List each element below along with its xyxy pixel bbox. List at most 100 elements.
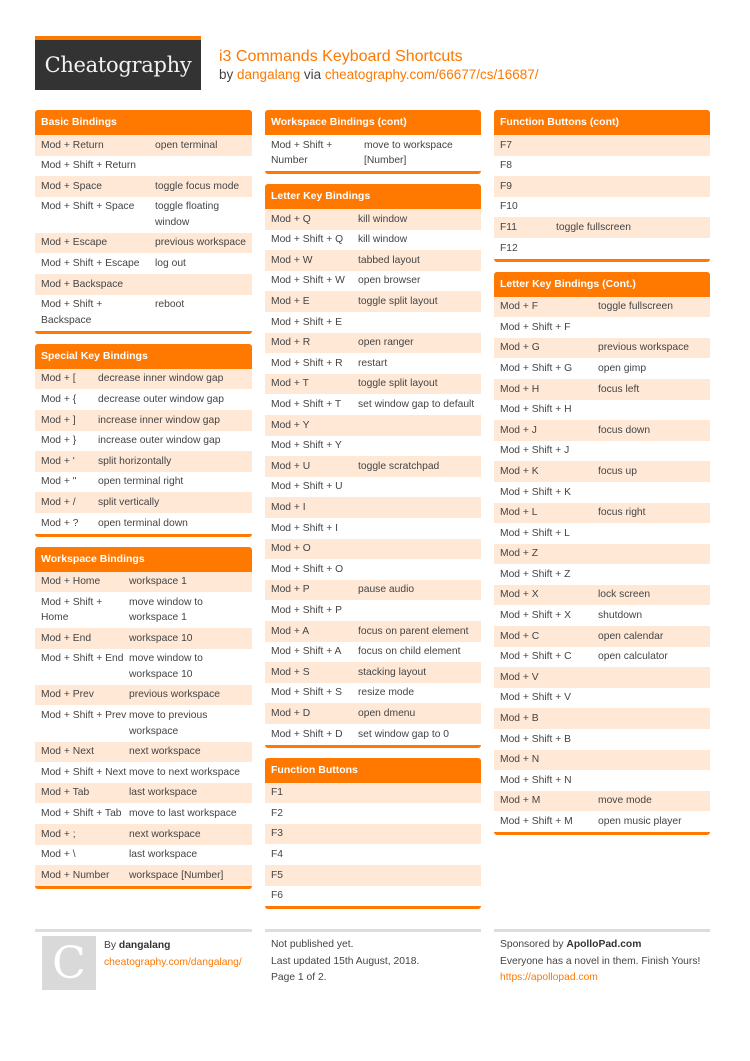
footer-divider [35,929,252,932]
shortcut-row: Mod + Shift + B [494,729,710,750]
section-letter-key-bindings-cont: Letter Key Bindings (Cont.) Mod + F toggl… [494,271,710,835]
shortcut-row: Mod + F toggle fullscreen [494,296,710,318]
title-block: i3 Commands Keyboard Shortcuts by dangal… [219,47,539,84]
shortcut-action: open music player [598,816,682,827]
shortcut-action [358,888,481,904]
shortcut-action: kill window [358,234,408,246]
by-label: by [219,67,234,82]
shortcut-key: Mod + Shift + Number [271,139,333,167]
author-profile-link[interactable]: cheatography.com/dangalang/ [104,954,242,971]
publish-status: Not published yet. [271,939,354,950]
shortcut-action [358,438,481,454]
shortcut-key: Mod + Shift + Backspace [41,299,103,326]
shortcut-key: Mod + Shift + End [41,653,124,665]
shortcut-key: Mod + Shift + Escape [41,258,140,270]
sheet-url-link[interactable]: cheatography.com/66677/cs/16687/ [325,67,539,82]
shortcut-action [598,773,710,789]
shortcut-action: decrease inner window gap [98,373,224,385]
shortcut-key: F11 [500,221,517,233]
shortcut-row: Mod + } increase outer window gap [35,431,252,452]
shortcut-action [358,603,481,619]
shortcut-row: Mod + Tab last workspace [35,782,252,804]
footer-divider [494,929,710,932]
shortcut-action: toggle scratchpad [358,460,440,472]
shortcut-action [556,158,710,174]
page-title: i3 Commands Keyboard Shortcuts [219,48,463,65]
shortcut-row: Mod + P pause audio [265,579,481,601]
shortcut-key: Mod + Shift + H [500,404,572,416]
shortcut-row: Mod + Shift + R restart [265,353,481,374]
shortcut-action: toggle split layout [358,378,438,390]
shortcut-key: Mod + Shift + F [500,321,571,333]
column-1: Basic Bindings Mod + Return open terminal… [35,110,252,899]
shortcut-row: Mod + Shift + End move window to workspac… [35,649,252,685]
shortcut-action: reboot [155,299,185,311]
shortcut-row: Mod + Shift + S resize mode [265,683,481,704]
section-rows: Mod + Home workspace 1 Mod + Shift + Home m… [35,571,252,886]
shortcut-action [598,690,710,706]
byline: by dangalang via cheatography.com/66677/… [219,66,539,84]
shortcut-row: Mod + Backspace [35,274,252,295]
shortcut-row: Mod + H focus left [494,378,710,400]
shortcut-key: Mod + Shift + C [500,651,572,663]
shortcut-action: next workspace [129,828,201,840]
shortcut-key: Mod + Shift + Tab [41,807,122,819]
shortcut-key: Mod + J [500,424,537,436]
shortcut-action: open gimp [598,362,647,374]
shortcut-key: F5 [271,869,284,881]
shortcut-row: Mod + G previous workspace [494,337,710,359]
author-link[interactable]: dangalang [237,67,300,82]
shortcut-row: Mod + Shift + K [494,482,710,503]
shortcut-key: Mod + Shift + Home [41,596,103,624]
shortcut-row: Mod + Shift + Number move to workspace [N… [265,135,481,171]
shortcut-action: resize mode [358,687,415,699]
shortcut-row: F7 [494,135,710,156]
shortcut-action [598,320,710,336]
shortcut-row: F10 [494,197,710,218]
author-avatar[interactable]: C [42,936,96,990]
section-title: Letter Key Bindings (Cont.) [494,271,710,297]
shortcut-action [556,199,710,215]
section-title: Workspace Bindings [35,546,252,572]
shortcut-action: lock screen [598,589,651,601]
shortcut-row: Mod + U toggle scratchpad [265,456,481,477]
shortcut-action [598,567,710,583]
shortcut-key: Mod + Escape [41,237,108,249]
shortcut-row: Mod + A focus on parent element [265,620,481,642]
shortcut-key: Mod + S [271,666,310,678]
sponsor-link[interactable]: https://apollopad.com [500,970,700,987]
shortcut-row: F1 [265,782,481,804]
shortcut-action [598,402,710,418]
shortcut-action [598,711,710,727]
shortcut-key: F2 [271,807,284,819]
shortcut-key: F6 [271,890,284,902]
shortcut-row: Mod + I [265,497,481,518]
shortcut-key: Mod + X [500,589,539,601]
shortcut-key: Mod + Shift + O [271,563,344,575]
shortcut-key: Mod + I [271,502,306,513]
shortcut-action: last workspace [129,787,198,799]
shortcut-key: Mod + Shift + V [500,692,571,704]
last-updated: Last updated 15th August, 2018. [271,955,420,967]
cheatography-logo[interactable]: Cheatography [35,36,201,90]
shortcut-row: Mod + \ last workspace [35,845,252,866]
shortcut-key: Mod + Shift + W [271,275,345,287]
shortcut-action: open terminal right [98,476,184,488]
shortcut-row: Mod + B [494,708,710,730]
shortcut-key: Mod + Shift + Prev [41,710,127,722]
shortcut-action [598,732,710,748]
shortcut-row: F12 [494,238,710,259]
shortcut-action: move to previous workspace [129,710,208,737]
shortcut-key: F12 [500,242,518,254]
shortcut-row: Mod + Shift + Space toggle floating windo… [35,197,252,233]
shortcut-action: shutdown [598,610,643,622]
shortcut-row: Mod + Next next workspace [35,741,252,763]
shortcut-row: Mod + Shift + G open gimp [494,358,710,379]
shortcut-row: Mod + Shift + Prev move to previous works… [35,705,252,741]
shortcut-action: decrease outer window gap [98,393,224,405]
shortcut-action: open ranger [358,337,414,349]
shortcut-action: move mode [598,795,652,807]
shortcut-key: Mod + Y [271,419,310,431]
shortcut-action [598,443,710,459]
shortcut-action: previous workspace [598,342,689,354]
